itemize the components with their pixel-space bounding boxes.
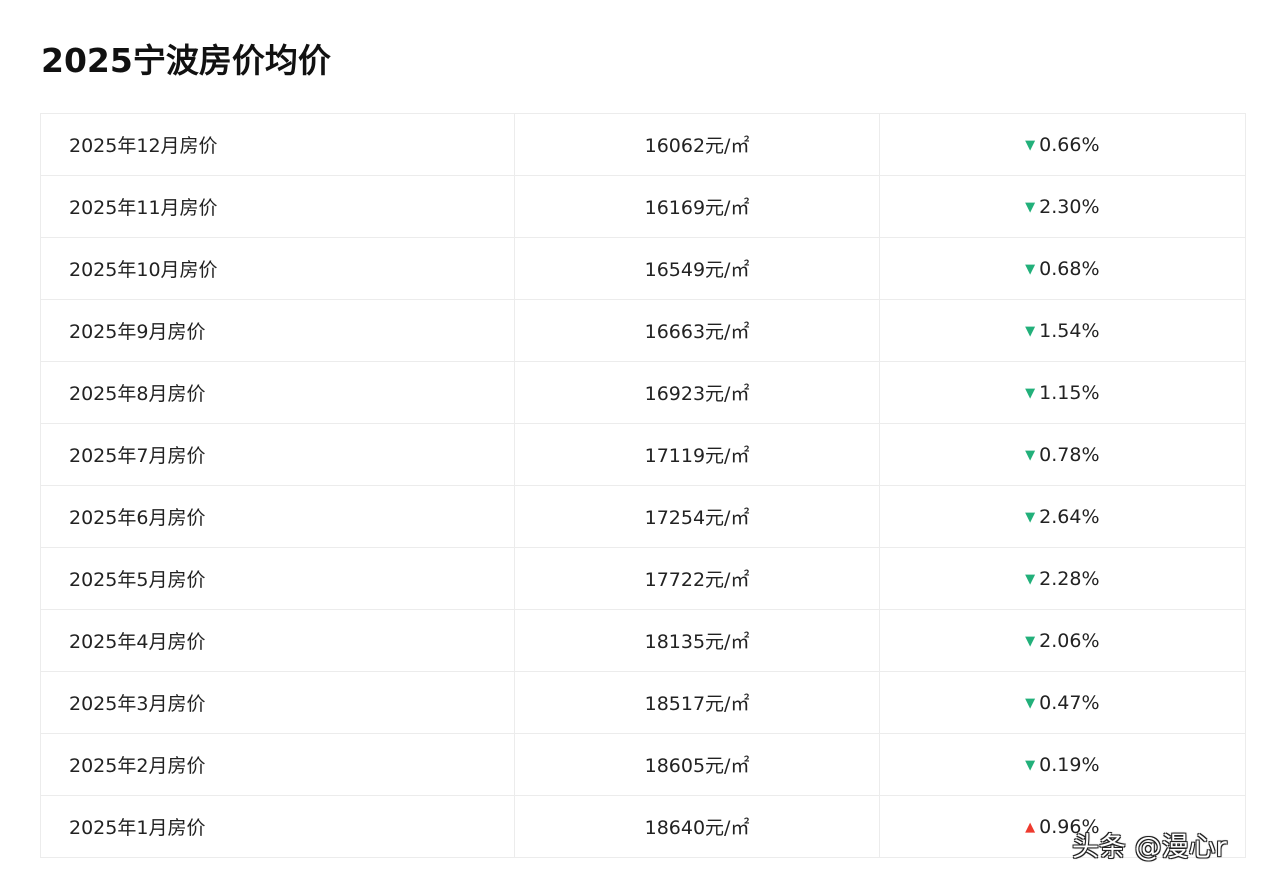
triangle-down-icon: ▼ (1025, 757, 1036, 773)
change-value: 0.66% (1039, 133, 1100, 156)
price-cell: 16062元/㎡ (514, 113, 880, 176)
triangle-down-icon: ▼ (1025, 261, 1036, 277)
change-value: 2.64% (1039, 505, 1100, 528)
change-cell: ▼ 2.06% (878, 609, 1247, 672)
change-value: 1.54% (1039, 319, 1100, 342)
month-cell: 2025年1月房价 (39, 795, 516, 858)
table-row: 2025年7月房价 17119元/㎡ ▼ 0.78% (39, 423, 1247, 486)
triangle-down-icon: ▼ (1025, 323, 1036, 339)
change-value: 0.68% (1039, 257, 1100, 280)
month-cell: 2025年3月房价 (39, 671, 516, 734)
price-cell: 17254元/㎡ (514, 485, 880, 548)
table-row: 2025年12月房价 16062元/㎡ ▼ 0.66% (39, 113, 1247, 176)
triangle-down-icon: ▼ (1025, 509, 1036, 525)
price-cell: 16923元/㎡ (514, 361, 880, 424)
change-cell: ▼ 0.19% (878, 733, 1247, 796)
table-row: 2025年6月房价 17254元/㎡ ▼ 2.64% (39, 485, 1247, 548)
change-value: 1.15% (1039, 381, 1100, 404)
change-cell: ▼ 1.15% (878, 361, 1247, 424)
table-row: 2025年4月房价 18135元/㎡ ▼ 2.06% (39, 609, 1247, 672)
change-cell: ▼ 2.64% (878, 485, 1247, 548)
price-cell: 18135元/㎡ (514, 609, 880, 672)
page-title: 2025宁波房价均价 (41, 41, 331, 80)
price-cell: 16549元/㎡ (514, 237, 880, 300)
change-cell: ▼ 0.68% (878, 237, 1247, 300)
month-cell: 2025年7月房价 (39, 423, 516, 486)
change-value: 2.30% (1039, 195, 1100, 218)
month-cell: 2025年12月房价 (39, 113, 516, 176)
triangle-down-icon: ▼ (1025, 385, 1036, 401)
table-row: 2025年1月房价 18640元/㎡ ▲ 0.96% (39, 795, 1247, 858)
month-cell: 2025年9月房价 (39, 299, 516, 362)
table-row: 2025年8月房价 16923元/㎡ ▼ 1.15% (39, 361, 1247, 424)
triangle-down-icon: ▼ (1025, 447, 1036, 463)
price-cell: 16663元/㎡ (514, 299, 880, 362)
triangle-down-icon: ▼ (1025, 199, 1036, 215)
change-cell: ▼ 2.28% (878, 547, 1247, 610)
month-cell: 2025年2月房价 (39, 733, 516, 796)
change-cell: ▼ 2.30% (878, 175, 1247, 238)
month-cell: 2025年10月房价 (39, 237, 516, 300)
change-cell: ▼ 0.78% (878, 423, 1247, 486)
change-value: 0.47% (1039, 691, 1100, 714)
month-cell: 2025年4月房价 (39, 609, 516, 672)
price-cell: 16169元/㎡ (514, 175, 880, 238)
change-cell: ▼ 0.47% (878, 671, 1247, 734)
month-cell: 2025年8月房价 (39, 361, 516, 424)
price-cell: 17722元/㎡ (514, 547, 880, 610)
change-value: 0.78% (1039, 443, 1100, 466)
triangle-down-icon: ▼ (1025, 633, 1036, 649)
change-value: 2.06% (1039, 629, 1100, 652)
table-row: 2025年11月房价 16169元/㎡ ▼ 2.30% (39, 175, 1247, 238)
table-row: 2025年3月房价 18517元/㎡ ▼ 0.47% (39, 671, 1247, 734)
month-cell: 2025年5月房价 (39, 547, 516, 610)
triangle-down-icon: ▼ (1025, 137, 1036, 153)
triangle-down-icon: ▼ (1025, 695, 1036, 711)
table-row: 2025年5月房价 17722元/㎡ ▼ 2.28% (39, 547, 1247, 610)
change-cell: ▼ 0.66% (878, 113, 1247, 176)
triangle-up-icon: ▲ (1025, 819, 1036, 835)
house-price-table: 2025年12月房价 16062元/㎡ ▼ 0.66% 2025年11月房价 16169元… (39, 113, 1247, 858)
table-row: 2025年10月房价 16549元/㎡ ▼ 0.68% (39, 237, 1247, 300)
price-cell: 18640元/㎡ (514, 795, 880, 858)
price-cell: 18517元/㎡ (514, 671, 880, 734)
price-cell: 18605元/㎡ (514, 733, 880, 796)
change-value: 2.28% (1039, 567, 1100, 590)
month-cell: 2025年11月房价 (39, 175, 516, 238)
month-cell: 2025年6月房价 (39, 485, 516, 548)
change-value: 0.19% (1039, 753, 1100, 776)
change-cell: ▼ 1.54% (878, 299, 1247, 362)
watermark: 头条 @漫心r (1072, 832, 1227, 863)
price-cell: 17119元/㎡ (514, 423, 880, 486)
table-body: 2025年12月房价 16062元/㎡ ▼ 0.66% 2025年11月房价 16169元… (39, 113, 1247, 858)
triangle-down-icon: ▼ (1025, 571, 1036, 587)
table-row: 2025年9月房价 16663元/㎡ ▼ 1.54% (39, 299, 1247, 362)
table-row: 2025年2月房价 18605元/㎡ ▼ 0.19% (39, 733, 1247, 796)
